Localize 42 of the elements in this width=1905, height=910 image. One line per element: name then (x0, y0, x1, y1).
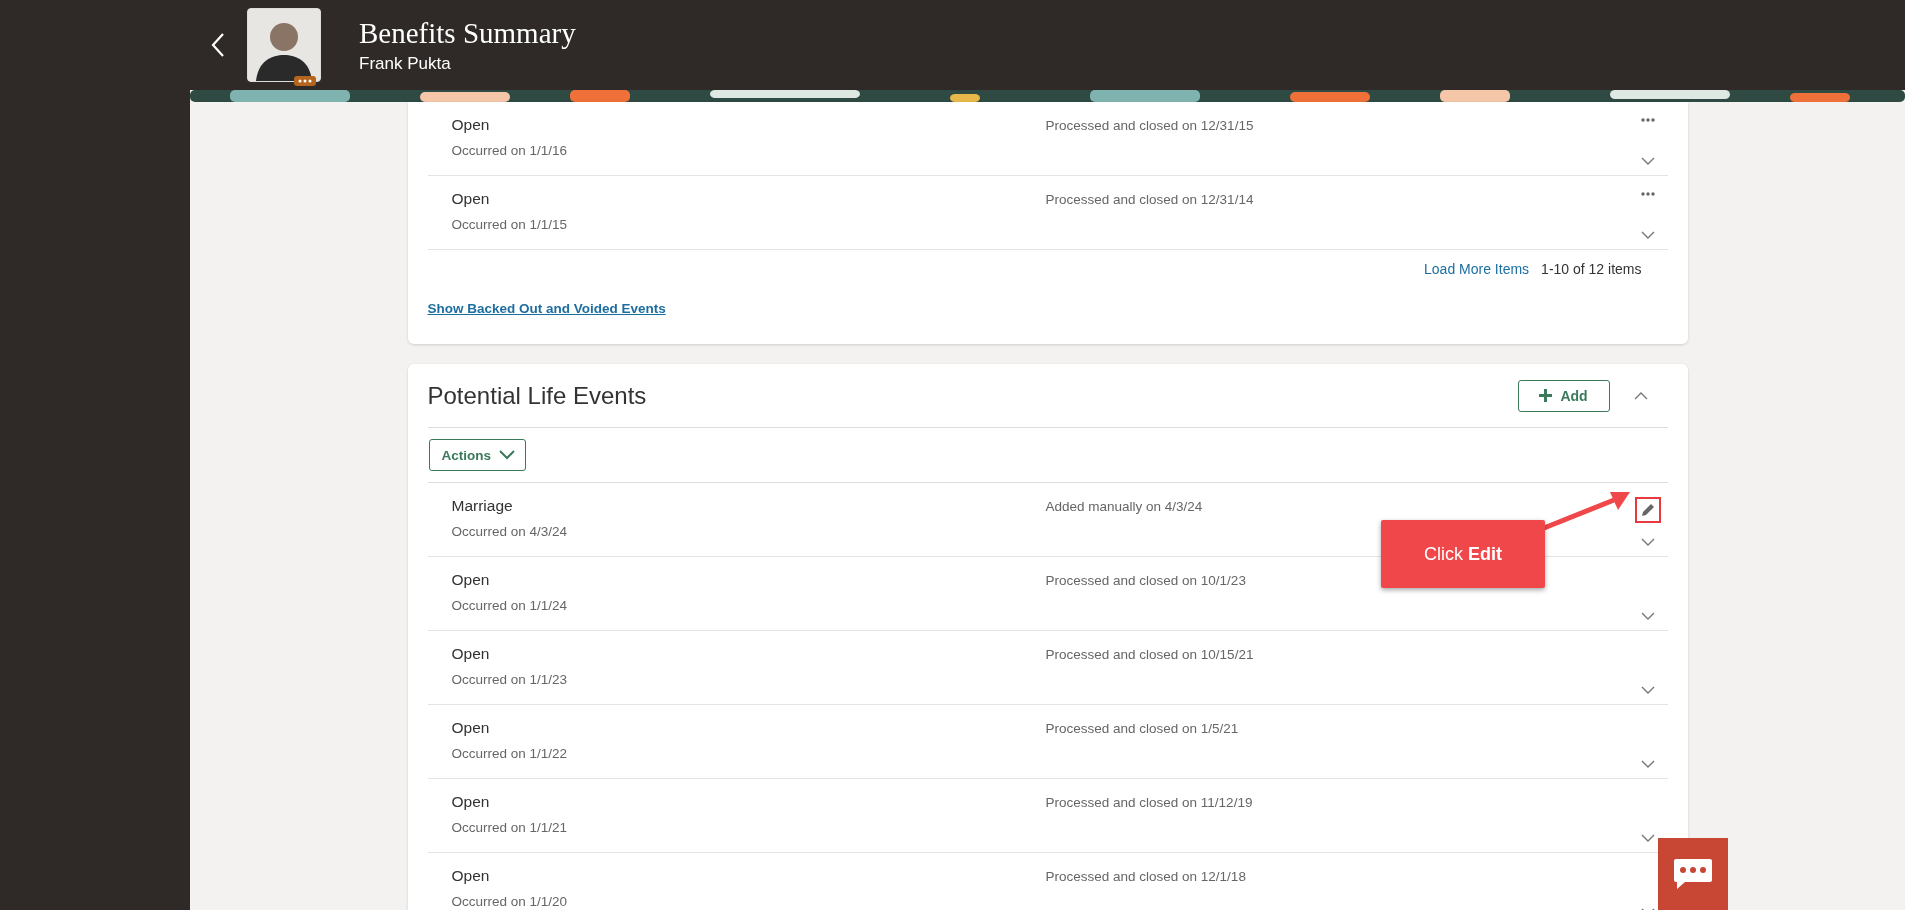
occurred-date: Occurred on 1/1/24 (451, 598, 569, 613)
event-status: Processed and closed on 12/31/14 (1045, 191, 1254, 207)
back-chevron-icon (211, 32, 225, 58)
more-icon[interactable] (1638, 116, 1657, 124)
event-name: Open (451, 867, 491, 885)
event-status: Processed and closed on 11/12/19 (1045, 794, 1253, 810)
plus-icon (1539, 389, 1553, 402)
event-status: Processed and closed on 12/31/15 (1045, 117, 1254, 133)
occurred-date: Occurred on 1/1/21 (451, 820, 569, 835)
add-button[interactable]: Add (1517, 379, 1610, 412)
edit-icon[interactable] (1634, 497, 1661, 523)
event-name: Open (451, 645, 491, 663)
section-title: Potential Life Events (427, 381, 648, 410)
event-name: Open (451, 793, 491, 811)
item-count: 1-10 of 12 items (1541, 261, 1642, 277)
event-status: Added manually on 4/3/24 (1045, 498, 1203, 514)
show-voided-events-link[interactable]: Show Backed Out and Voided Events (427, 301, 666, 316)
event-name: Open (451, 116, 491, 134)
event-name: Open (451, 571, 491, 589)
more-icon[interactable] (1638, 190, 1657, 198)
event-name: Open (451, 190, 491, 208)
event-status: Processed and closed on 1/5/21 (1045, 720, 1239, 736)
chat-bubble-icon (1673, 857, 1713, 891)
chat-button[interactable] (1658, 838, 1728, 910)
actions-button[interactable]: Actions (428, 439, 526, 471)
event-name: Marriage (451, 497, 514, 515)
callout: Click Edit (1381, 520, 1545, 588)
occurred-date: Occurred on 1/1/20 (451, 894, 569, 909)
occurred-date: Occurred on 1/1/22 (451, 746, 569, 761)
event-status: Processed and closed on 12/1/18 (1045, 868, 1246, 884)
event-name: Open (451, 719, 491, 737)
event-status: Processed and closed on 10/1/23 (1045, 572, 1246, 588)
load-more-link[interactable]: Load More Items (1424, 261, 1530, 277)
occurred-date: Occurred on 1/1/23 (451, 672, 569, 687)
occurred-date: Occurred on 4/3/24 (451, 524, 569, 539)
person-name: Frank Pukta (359, 53, 452, 74)
occurred-date: Occurred on 1/1/16 (451, 143, 569, 158)
occurred-date: Occurred on 1/1/15 (451, 217, 569, 232)
page-title: Benefits Summary (359, 16, 576, 50)
event-status: Processed and closed on 10/15/21 (1045, 646, 1254, 662)
caret-icon (499, 450, 515, 460)
more-badge-icon[interactable] (294, 76, 316, 86)
